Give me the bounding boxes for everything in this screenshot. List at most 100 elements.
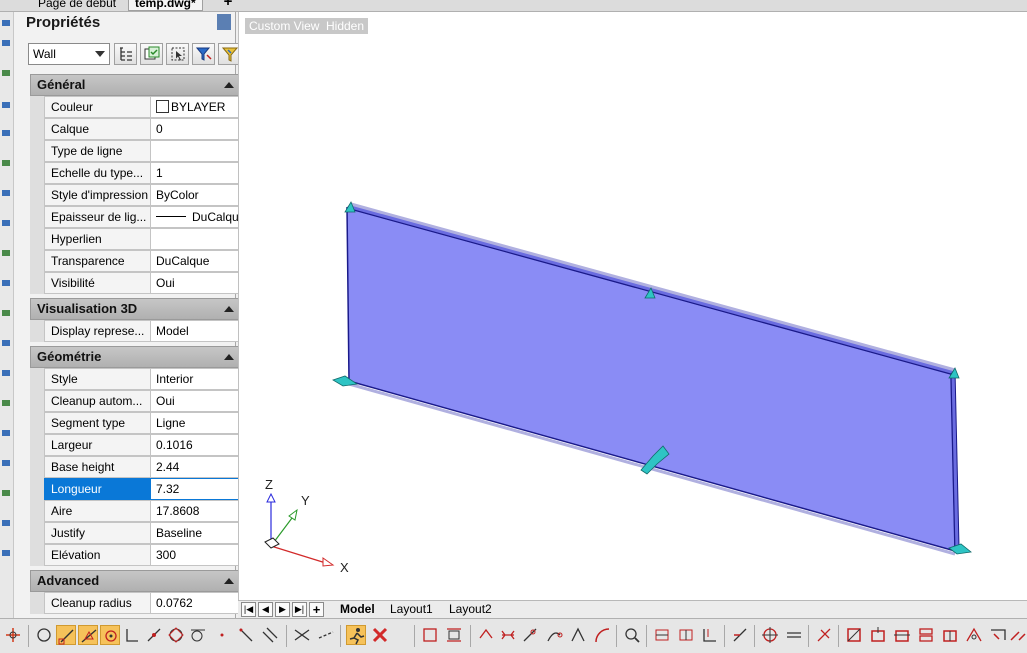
constraint-icon[interactable] [568, 625, 588, 645]
measure-icon[interactable] [1008, 625, 1027, 645]
snap-extension-icon[interactable] [316, 625, 336, 645]
property-value[interactable]: Model [150, 320, 242, 342]
collapse-arrow-icon[interactable] [224, 306, 234, 312]
tree-view-button[interactable] [114, 43, 137, 65]
tab-temp-dwg[interactable]: temp.dwg* [128, 0, 203, 11]
property-value[interactable]: ByColor [150, 184, 242, 206]
block-icon[interactable] [892, 625, 912, 645]
snap-tangent-icon[interactable] [188, 625, 208, 645]
clear-snaps-icon[interactable] [370, 625, 390, 645]
property-value[interactable]: 1 [150, 162, 242, 184]
property-row-layer[interactable]: Calque 0 [44, 118, 242, 140]
block-icon[interactable] [916, 625, 936, 645]
snap-endpoint-icon[interactable] [56, 625, 76, 645]
panel-grip[interactable] [217, 14, 231, 30]
tool-icon[interactable] [2, 70, 10, 76]
property-row-display-representation[interactable]: Display represe... Model [44, 320, 242, 342]
property-value[interactable]: 0.0762 [150, 592, 242, 614]
filter-button[interactable] [192, 43, 215, 65]
property-row-color[interactable]: Couleur BYLAYER [44, 96, 242, 118]
tool-icon[interactable] [2, 370, 10, 376]
align-icon[interactable] [964, 625, 984, 645]
snap-perpendicular-icon[interactable] [122, 625, 142, 645]
esnap-toggle-icon[interactable] [346, 625, 366, 645]
tool-icon[interactable] [2, 102, 10, 108]
property-value[interactable]: 0.1016 [150, 434, 242, 456]
snap-intersection-icon[interactable] [292, 625, 312, 645]
tab-start-page[interactable]: Page de début [32, 0, 122, 11]
property-row-length[interactable]: Longueur 7.32 [44, 478, 242, 500]
property-row-style[interactable]: Style Interior [44, 368, 242, 390]
entity-type-select[interactable]: Wall [28, 43, 110, 65]
grid-icon[interactable] [730, 625, 750, 645]
tab-model[interactable]: Model [340, 602, 375, 617]
tool-icon[interactable] [2, 310, 10, 316]
property-row-hyperlink[interactable]: Hyperlien [44, 228, 242, 250]
property-row-cleanup-auto[interactable]: Cleanup autom... Oui [44, 390, 242, 412]
tracking-icon[interactable] [784, 625, 804, 645]
property-row-elevation[interactable]: Elévation 300 [44, 544, 242, 566]
property-row-segment-type[interactable]: Segment type Ligne [44, 412, 242, 434]
snap-node-icon[interactable] [100, 625, 120, 645]
property-row-linetype-scale[interactable]: Echelle du type... 1 [44, 162, 242, 184]
dimension-icon[interactable] [700, 625, 720, 645]
add-layout-button[interactable]: + [309, 602, 324, 617]
section-3d-visualization[interactable]: Visualisation 3D [30, 298, 242, 320]
section-general[interactable]: Général [30, 74, 242, 96]
property-value[interactable]: DuCalque [150, 250, 242, 272]
dimension-icon[interactable] [676, 625, 696, 645]
property-value[interactable]: 17.8608 [150, 500, 242, 522]
collapse-arrow-icon[interactable] [224, 82, 234, 88]
tool-icon[interactable] [2, 160, 10, 166]
property-value[interactable] [150, 228, 242, 250]
constraint-icon[interactable] [420, 625, 440, 645]
property-value-input[interactable]: 7.32 [150, 478, 242, 500]
add-tab-button[interactable]: + [222, 0, 234, 11]
tool-icon[interactable] [2, 340, 10, 346]
constraint-icon[interactable] [544, 625, 564, 645]
tool-icon[interactable] [2, 250, 10, 256]
property-value[interactable]: Interior [150, 368, 242, 390]
target-icon[interactable] [760, 625, 780, 645]
property-row-visibility[interactable]: Visibilité Oui [44, 272, 242, 294]
snap-parallel-icon[interactable] [260, 625, 280, 645]
first-layout-button[interactable]: |◀ [241, 602, 256, 617]
property-row-justify[interactable]: Justify Baseline [44, 522, 242, 544]
prev-layout-button[interactable]: ◀ [258, 602, 273, 617]
dimension-icon[interactable] [652, 625, 672, 645]
tool-icon[interactable] [2, 520, 10, 526]
snap-settings-icon[interactable] [3, 625, 23, 645]
snap-quadrant-icon[interactable] [166, 625, 186, 645]
tool-icon[interactable] [2, 280, 10, 286]
tool-icon[interactable] [2, 130, 10, 136]
constraint-icon[interactable] [444, 625, 464, 645]
quick-select-button[interactable] [140, 43, 163, 65]
property-value[interactable] [150, 140, 242, 162]
property-row-plot-style[interactable]: Style d'impression ByColor [44, 184, 242, 206]
tool-icon[interactable] [2, 40, 10, 46]
flip-icon[interactable] [988, 625, 1008, 645]
property-row-transparency[interactable]: Transparence DuCalque [44, 250, 242, 272]
select-objects-button[interactable] [166, 43, 189, 65]
property-value[interactable]: DuCalque [150, 206, 242, 228]
tool-icon[interactable] [2, 460, 10, 466]
collapse-arrow-icon[interactable] [224, 354, 234, 360]
snap-center-icon[interactable] [34, 625, 54, 645]
wall-entity[interactable] [346, 202, 960, 556]
constraint-icon[interactable] [520, 625, 540, 645]
tool-icon[interactable] [2, 400, 10, 406]
property-value[interactable]: 300 [150, 544, 242, 566]
tool-icon[interactable] [2, 20, 10, 26]
tool-icon[interactable] [2, 550, 10, 556]
drawing-canvas[interactable]: Z Y X [239, 12, 1027, 600]
tab-layout1[interactable]: Layout1 [390, 602, 433, 617]
property-value[interactable]: BYLAYER [150, 96, 242, 118]
property-value[interactable]: Baseline [150, 522, 242, 544]
constraint-icon[interactable] [476, 625, 496, 645]
property-row-area[interactable]: Aire 17.8608 [44, 500, 242, 522]
property-row-lineweight[interactable]: Epaisseur de lig... DuCalque [44, 206, 242, 228]
property-row-base-height[interactable]: Base height 2.44 [44, 456, 242, 478]
property-value[interactable]: 2.44 [150, 456, 242, 478]
snap-nearest-icon[interactable] [212, 625, 232, 645]
snap-insertion-icon[interactable] [144, 625, 164, 645]
